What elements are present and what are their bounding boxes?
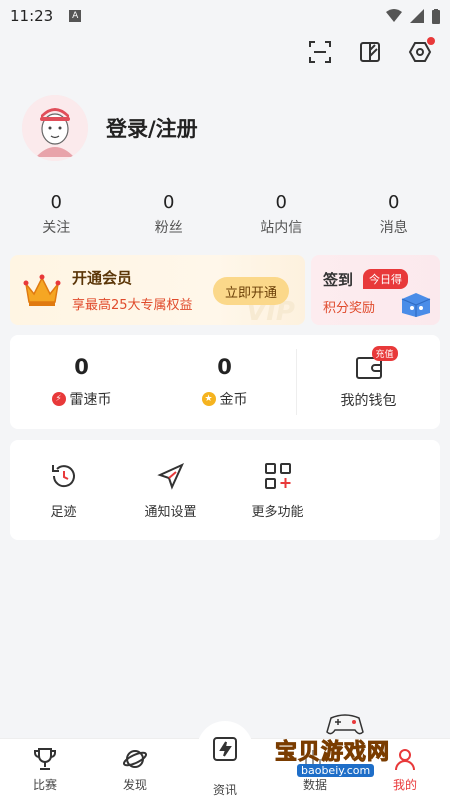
tab-news[interactable]: 资讯 [180,721,270,800]
settings-icon[interactable] [408,37,435,64]
login-register-link[interactable]: 登录/注册 [106,113,198,143]
stat-label: 粉丝 [154,220,183,236]
tab-label: 发现 [122,778,147,792]
stat-label: 关注 [42,220,71,236]
wifi-icon [386,9,402,22]
watermark-title: 宝贝游戏网 [274,740,391,766]
notification-settings-label: 通知设置 [144,504,197,520]
wallet-panel: 0 ⚡ 雷速币 0 ★ 金币 充值 我的钱包 [10,335,440,429]
tab-discover[interactable]: 发现 [90,739,180,800]
vip-title: 开通会员 [72,269,133,287]
settings-notification-dot [427,37,435,45]
vip-card[interactable]: 开通会员 享最高25大专属权益 VIP 立即开通 [10,255,305,327]
scan-icon[interactable] [308,40,332,64]
lei-coin-balance[interactable]: 0 ⚡ 雷速币 [10,335,153,429]
function-grid: 足迹 通知设置 更多功能 [10,440,440,540]
sign-in-card[interactable]: 签到 今日得 积分奖励 [311,255,440,325]
planet-icon [122,750,148,768]
header-actions [308,37,435,64]
avatar[interactable] [22,95,88,161]
stat-value: 0 [275,192,287,213]
crown-icon [23,274,61,306]
lei-coin-label: 雷速币 [69,392,112,408]
profile-header[interactable]: 登录/注册 [22,95,198,161]
send-icon [156,462,184,490]
signal-icon [410,9,424,23]
notification-a-icon: A [69,10,82,22]
stat-value: 0 [388,192,400,213]
tab-matches[interactable]: 比赛 [0,739,90,800]
notification-settings-button[interactable]: 通知设置 [117,440,224,540]
gold-coin-icon: ★ [201,392,216,406]
lei-coin-value: 0 [74,355,89,379]
gold-coin-label: 金币 [219,392,248,408]
lei-coin-icon: ⚡ [51,392,66,406]
footprint-button[interactable]: 足迹 [10,440,117,540]
status-bar: 11:23 A [0,0,450,32]
stat-value: 0 [50,192,62,213]
tab-label: 资讯 [212,783,237,797]
stat-value: 0 [163,192,175,213]
history-icon [51,464,75,487]
stat-following[interactable]: 0 关注 [0,192,113,237]
site-watermark: 宝贝游戏网 baobeiy.com [274,712,425,782]
theme-icon[interactable] [358,40,382,64]
battery-icon [432,8,440,24]
grid-plus-icon [264,462,291,489]
tab-news-bump [197,721,253,777]
sign-in-title: 签到 [323,271,354,289]
stats-row: 0 关注 0 粉丝 0 站内信 0 消息 [0,192,450,237]
wallet-icon: 充值 [355,346,398,380]
stat-messages[interactable]: 0 消息 [338,192,450,237]
gold-coin-balance[interactable]: 0 ★ 金币 [153,335,296,429]
vip-open-button[interactable]: 立即开通 [213,277,289,305]
recharge-badge: 充值 [371,346,398,361]
tab-label: 比赛 [32,778,57,792]
more-functions-button[interactable]: 更多功能 [224,440,331,540]
gift-box-icon [401,293,431,317]
stat-label: 站内信 [260,220,303,236]
my-wallet-button[interactable]: 充值 我的钱包 [297,335,440,429]
stat-inbox[interactable]: 0 站内信 [225,192,338,237]
sign-in-subtitle: 积分奖励 [323,301,376,316]
watermark-url: baobeiy.com [297,764,375,777]
status-time: 11:23 [10,7,54,25]
my-wallet-label: 我的钱包 [340,393,397,409]
vip-subtitle: 享最高25大专属权益 [72,298,193,313]
news-bolt-icon [213,737,237,761]
gamepad-icon [326,714,364,735]
footprint-label: 足迹 [50,504,77,520]
trophy-icon [34,748,56,770]
more-functions-label: 更多功能 [251,504,304,520]
stat-followers[interactable]: 0 粉丝 [113,192,226,237]
gold-coin-value: 0 [217,355,232,379]
stat-label: 消息 [379,220,408,236]
sign-in-badge: 今日得 [363,269,408,289]
